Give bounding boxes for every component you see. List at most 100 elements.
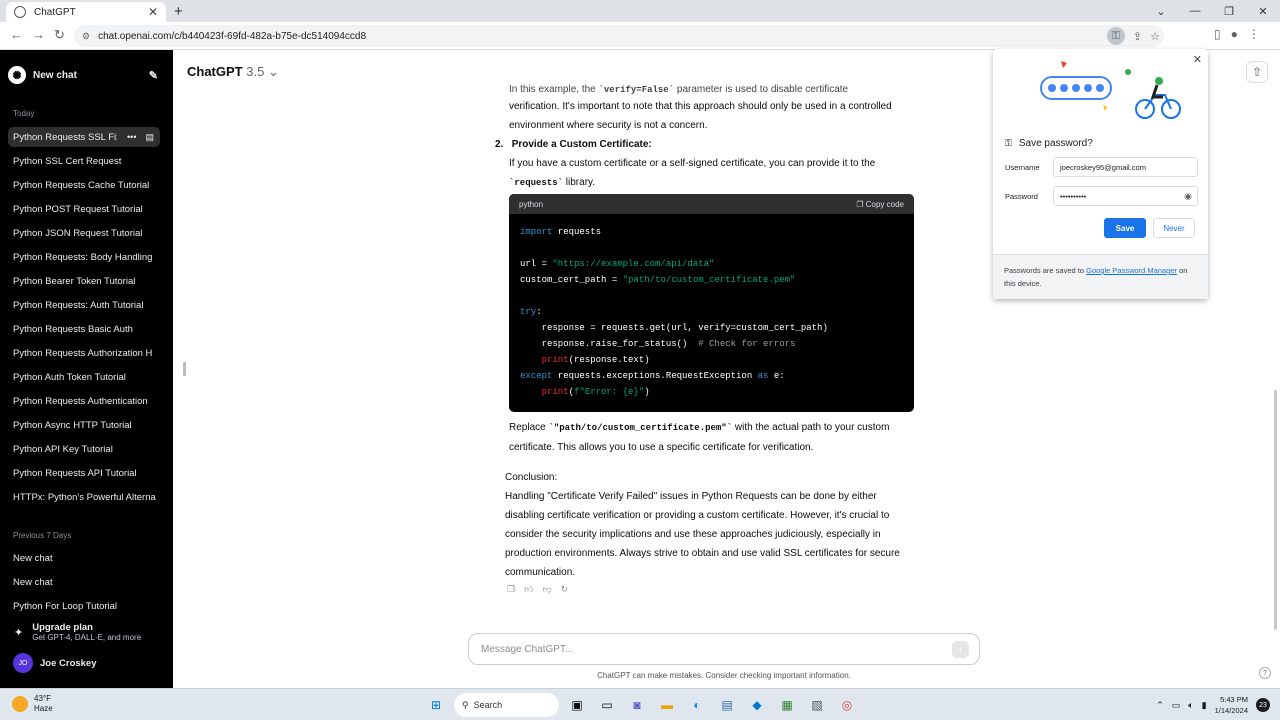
code-header: python ❐ Copy code [509,194,914,214]
code-token: f"Error: {e}" [574,387,645,397]
help-button[interactable]: ? [1259,667,1271,679]
sidebar-chat-item[interactable]: Python Requests: Body Handling [8,247,160,267]
battery-icon[interactable]: ▮ [1202,700,1207,711]
sidebar-chat-item[interactable]: Python SSL Cert Request [8,151,160,171]
share-page-icon[interactable]: ⇪ [1133,30,1142,43]
thumbs-up-icon[interactable]: 👍︎ [524,584,533,595]
sidebar-chat-item[interactable]: Python Async HTTP Tutorial [8,415,160,435]
model-selector[interactable]: ChatGPT 3.5 ⌄ [187,64,279,80]
edit-icon[interactable]: ✎ [149,69,158,82]
vscode-icon[interactable]: ◆ [745,693,769,717]
store-icon[interactable]: ▤ [715,693,739,717]
thumbs-down-icon[interactable]: 👎︎ [542,584,551,595]
share-icon[interactable]: ⇧ [1246,61,1268,83]
new-chat-button[interactable]: ✺ New chat ✎ [8,64,158,86]
code-token: (response.text) [568,355,650,365]
notification-badge[interactable]: 23 [1256,698,1270,712]
sidebar-chat-item[interactable]: Python POST Request Tutorial [8,199,160,219]
tab-close-icon[interactable]: ✕ [148,5,158,19]
restore-button[interactable]: ❐ [1212,0,1246,22]
task-view-icon[interactable]: ▭ [595,693,619,717]
password-field[interactable]: •••••••••• ◉ [1053,186,1198,206]
conclusion: Conclusion: Handling "Certificate Verify… [505,468,915,582]
upgrade-title: Upgrade plan [32,622,93,633]
more-options-icon[interactable]: ••• [127,132,136,143]
taskbar-search[interactable]: ⚲ Search [454,693,559,717]
sidebar-chat-item[interactable]: Python Requests Basic Auth [8,319,160,339]
code-token: import [520,227,553,237]
minimize-button[interactable]: — [1178,0,1212,22]
reload-icon[interactable]: ↻ [54,27,65,43]
close-window-button[interactable]: ✕ [1246,0,1280,22]
browser-tabstrip: ChatGPT ✕ + ⌄ — ❐ ✕ [0,0,1280,22]
profile-icon[interactable]: ● [1231,27,1238,41]
paragraph: verification. It's important to note tha… [509,101,892,131]
chevron-up-icon[interactable]: ⌃ [1156,700,1164,711]
sidebar-chat-item[interactable]: Python Requests Cache Tutorial [8,175,160,195]
sidebar-chat-item[interactable]: HTTPx: Python's Powerful Alterna [8,487,160,507]
save-button[interactable]: Save [1104,218,1146,238]
scrollbar[interactable] [1274,390,1277,630]
disclaimer: ChatGPT can make mistakes. Consider chec… [597,671,851,680]
new-tab-button[interactable]: + [174,3,183,20]
teams-icon[interactable]: ◙ [625,693,649,717]
code-token: "path/to/custom_certificate.pem" [622,275,796,285]
code-token: as [757,371,769,381]
search-label: Search [473,700,503,710]
side-panel-icon[interactable]: ▯ [1214,27,1221,41]
forward-arrow-icon[interactable]: → [32,27,45,42]
sidebar-chat-item[interactable]: Python JSON Request Tutorial [8,223,160,243]
sidebar-chat-item[interactable]: New chat [8,548,160,568]
menu-kebab-icon[interactable]: ⋮ [1248,27,1260,41]
chrome-icon[interactable]: ◎ [835,693,859,717]
password-label: Password [1005,191,1038,201]
app-icon[interactable]: ▦ [775,693,799,717]
copy-icon[interactable]: ❐ [507,584,515,595]
regenerate-icon[interactable]: ↻ [561,584,569,595]
clock[interactable]: 5:43 PM 1/14/2024 [1215,694,1248,716]
browser-tab[interactable]: ChatGPT ✕ [6,2,166,22]
send-button[interactable]: ↑ [952,641,969,658]
sidebar-chat-item[interactable]: Python Requests API Tutorial [8,463,160,483]
sidebar-chat-item[interactable]: Python Bearer Token Tutorial [8,271,160,291]
bookmark-star-icon[interactable]: ☆ [1150,30,1160,43]
app-icon[interactable]: ▧ [805,693,829,717]
copy-code-button[interactable]: ❐ Copy code [856,200,904,209]
upgrade-plan-button[interactable]: ✦ Upgrade plan Get GPT-4, DALL·E, and mo… [8,622,160,642]
sidebar-collapse-handle[interactable] [183,362,186,376]
archive-icon[interactable]: ▤ [145,132,154,143]
sidebar-chat-item[interactable]: Python Requests SSL Fix ••• ▤ [8,127,160,147]
sidebar-chat-item[interactable]: Python Requests Authentication [8,391,160,411]
back-arrow-icon[interactable]: ← [10,27,23,42]
volume-icon[interactable]: 🔈︎ [1188,700,1193,711]
weather-widget[interactable]: 43°F Haze [12,694,53,714]
sidebar-chat-item[interactable]: Python For Loop Tutorial [8,596,160,616]
user-menu[interactable]: JO Joe Croskey [13,653,97,673]
password-manager-link[interactable]: Google Password Manager [1086,266,1177,275]
sidebar-chat-item[interactable]: Python Requests Authorization H [8,343,160,363]
sidebar-chat-item[interactable]: Python Requests: Auth Tutorial [8,295,160,315]
chevron-down-icon[interactable]: ⌄ [1144,0,1178,22]
sidebar-item-label: Python For Loop Tutorial [13,600,118,612]
sidebar-chat-item[interactable]: New chat [8,572,160,592]
network-icon[interactable]: ▭ [1172,700,1181,711]
edge-icon[interactable]: ◐ [685,693,709,717]
sidebar-chat-item[interactable]: Python API Key Tutorial [8,439,160,459]
widgets-icon[interactable]: ▣ [565,693,589,717]
password-value: •••••••••• [1060,191,1087,201]
eye-icon[interactable]: ◉ [1184,191,1192,202]
sidebar-item-label: Python Async HTTP Tutorial [13,419,132,431]
message-input[interactable]: Message ChatGPT... ↑ [468,633,980,665]
username-field[interactable]: joecroskey95@gmail.com [1053,157,1198,177]
message-placeholder: Message ChatGPT... [481,643,574,655]
code-token: # Check for errors [698,339,796,349]
copy-code-label: Copy code [865,199,904,209]
sidebar-chat-item[interactable]: Python Auth Token Tutorial [8,367,160,387]
url-text: chat.openai.com/c/b440423f-69fd-482a-b75… [98,30,367,42]
password-key-icon[interactable]: ⚿ [1106,27,1125,45]
site-info-icon[interactable]: ⚙ [82,31,90,42]
never-button[interactable]: Never [1153,218,1195,238]
file-explorer-icon[interactable]: ▬ [655,693,679,717]
windows-start-icon[interactable]: ⊞ [424,693,448,717]
url-bar[interactable]: ⚙ chat.openai.com/c/b440423f-69fd-482a-b… [74,25,1164,47]
